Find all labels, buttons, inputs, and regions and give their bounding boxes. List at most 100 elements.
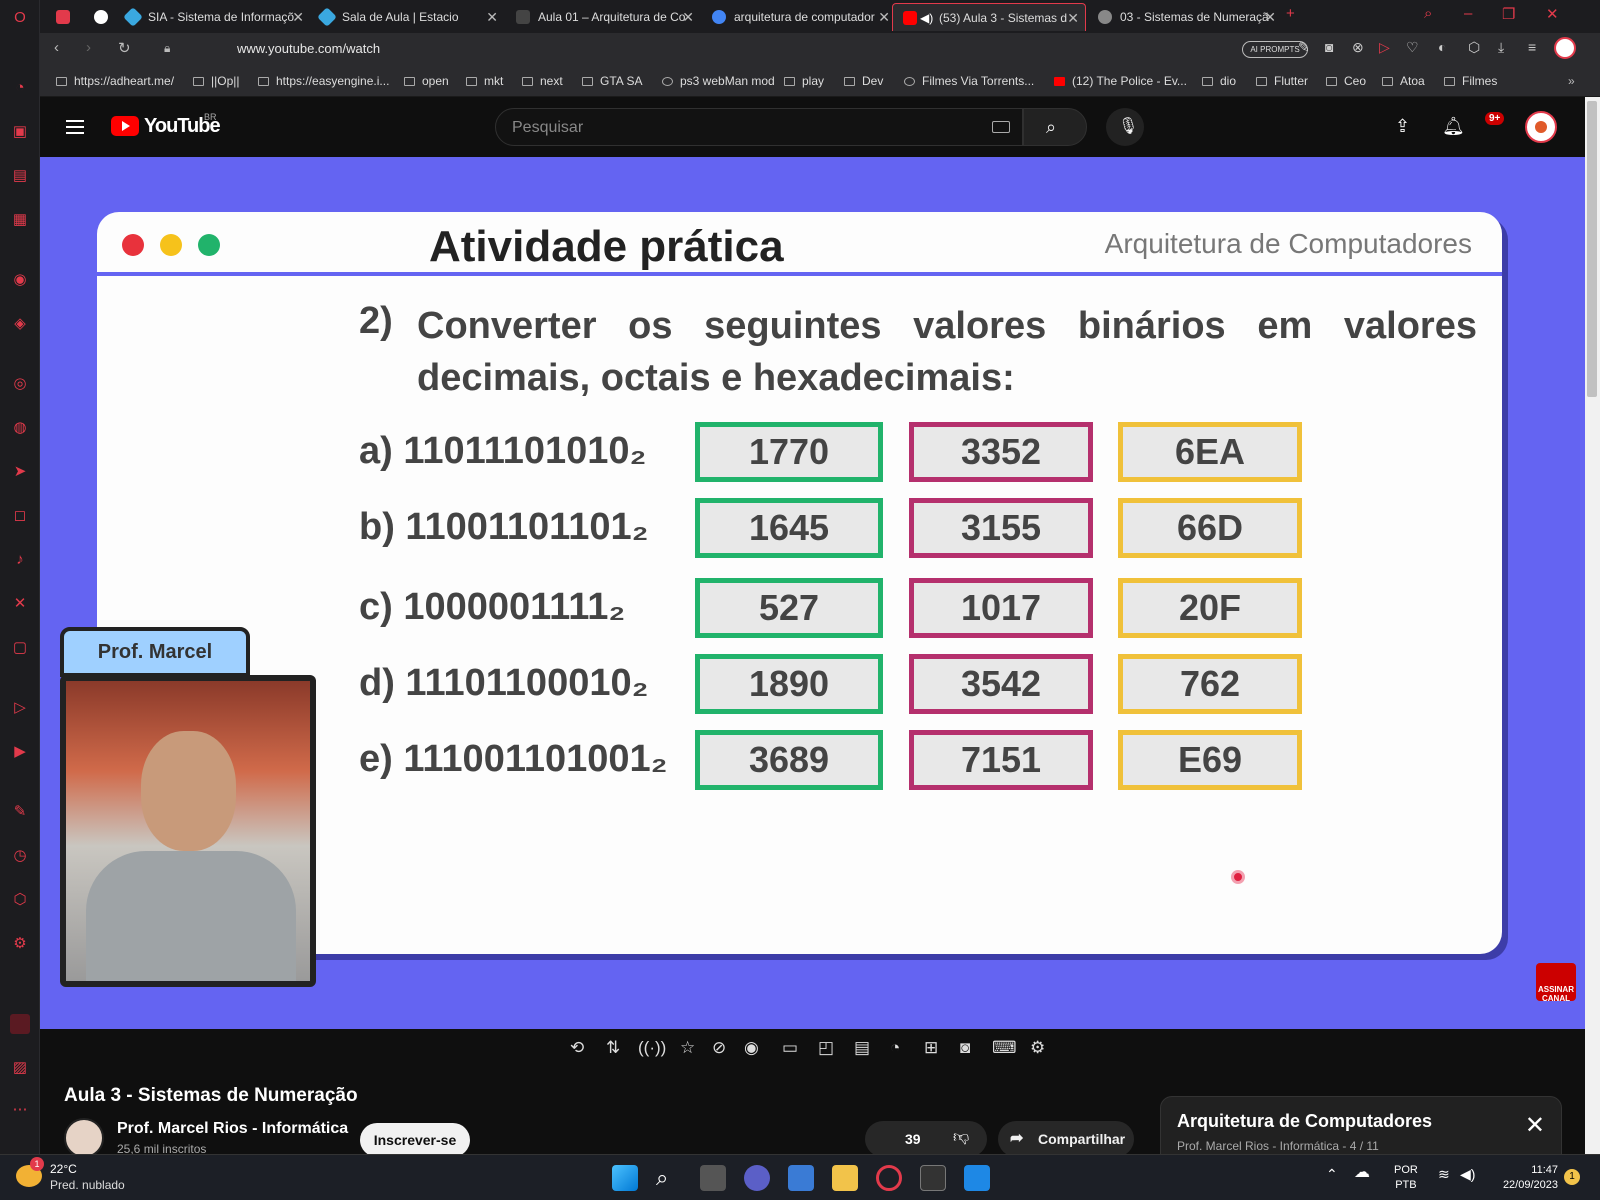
close-tab-icon[interactable]: ✕	[1264, 3, 1276, 31]
account-avatar[interactable]	[1525, 111, 1557, 143]
bookmark-item[interactable]: (12) The Police - Ev...	[1054, 74, 1187, 88]
bookmark-item[interactable]: Atoa	[1382, 74, 1425, 88]
tab-sistemas-numeracao[interactable]: 03 - Sistemas de Numeraçã ✕	[1088, 3, 1282, 31]
messenger-icon[interactable]: ◎	[10, 374, 30, 394]
opera-taskbar-icon[interactable]	[876, 1165, 902, 1191]
instagram-icon[interactable]: ◻	[10, 506, 30, 526]
cs-icon[interactable]: ◈	[10, 314, 30, 334]
whatsapp-icon[interactable]: ◍	[10, 418, 30, 438]
close-tab-icon[interactable]: ✕	[486, 3, 498, 31]
bookmark-item[interactable]: Flutter	[1256, 74, 1308, 88]
add-frame-icon[interactable]: ⊞	[924, 1038, 938, 1058]
page-scrollbar[interactable]	[1585, 97, 1600, 1154]
tray-chevron-icon[interactable]: ⌃	[1326, 1167, 1338, 1182]
loop-icon[interactable]: ⟲	[570, 1038, 584, 1058]
extensions-cube-icon[interactable]: ⬡	[1468, 39, 1480, 56]
bookmark-item[interactable]: ||Op||	[193, 74, 239, 88]
broadcast-icon[interactable]: ((·))	[638, 1038, 666, 1058]
dislike-icon[interactable]: 👎︎	[953, 1128, 969, 1147]
speed-icon[interactable]: ◔	[890, 1038, 900, 1058]
upload-icon[interactable]: ⇪	[1395, 116, 1410, 137]
clock[interactable]: 11:47 22/09/2023	[1496, 1163, 1558, 1193]
like-button[interactable]: 39	[905, 1131, 921, 1147]
close-tab-icon[interactable]: ✕	[878, 3, 890, 31]
gallery-icon[interactable]: ▨	[10, 1058, 30, 1078]
bookmark-item[interactable]: https://easyengine.i...	[258, 74, 389, 88]
language-indicator[interactable]: POR PTB	[1394, 1163, 1418, 1193]
restore-icon[interactable]: ❐	[1502, 5, 1515, 23]
bookmark-item[interactable]: Filmes Via Torrents...	[904, 74, 1034, 88]
search-input[interactable]: Pesquisar	[495, 108, 1023, 146]
camera-icon[interactable]: ◙	[1325, 39, 1333, 55]
store-taskbar-icon[interactable]	[788, 1165, 814, 1191]
bookmark-item[interactable]: Dev	[844, 74, 883, 88]
playlist-title[interactable]: Arquitetura de Computadores	[1177, 1111, 1432, 1132]
workspace-icon[interactable]	[10, 1014, 30, 1034]
gear-icon[interactable]: ⚙	[1030, 1038, 1045, 1058]
bookmark-item[interactable]: mkt	[466, 74, 503, 88]
new-tab-icon[interactable]: +	[1286, 5, 1295, 22]
task-view-icon[interactable]	[700, 1165, 726, 1191]
keyboard-icon[interactable]	[992, 121, 1010, 133]
screenshot-icon[interactable]: ◙	[960, 1038, 970, 1058]
tiktok-icon[interactable]: ♪	[10, 550, 30, 570]
telegram-icon[interactable]: ➤	[10, 462, 30, 482]
tab-sala-aula[interactable]: Sala de Aula | Estacio ✕	[310, 3, 504, 31]
bookmark-item[interactable]: GTA SA	[582, 74, 642, 88]
close-window-icon[interactable]: ✕	[1546, 5, 1559, 23]
bookmark-item[interactable]: ps3 webMan mod	[662, 74, 775, 88]
cloud-icon[interactable]: ☁	[1354, 1165, 1370, 1181]
terminal-icon[interactable]	[920, 1165, 946, 1191]
back-icon[interactable]: ‹	[54, 39, 59, 56]
bookmark-item[interactable]: play	[784, 74, 824, 88]
forward-icon[interactable]: ›	[86, 39, 91, 56]
vpn-icon[interactable]: ◐	[1438, 39, 1446, 55]
history-icon[interactable]: ◷	[10, 846, 30, 866]
more-bookmarks-icon[interactable]: »	[1568, 74, 1575, 88]
bookmark-item[interactable]: Ceo	[1326, 74, 1366, 88]
star-icon[interactable]: ☆	[680, 1038, 695, 1058]
twitch-icon[interactable]: ▤	[10, 166, 30, 186]
cinema-icon[interactable]: ▤	[854, 1038, 870, 1058]
reload-icon[interactable]: ↻	[118, 39, 131, 57]
bookmark-item[interactable]: https://adheart.me/	[56, 74, 174, 88]
profile-icon[interactable]	[1554, 37, 1576, 59]
pinboard-icon[interactable]: ✎	[10, 802, 30, 822]
clapper-icon[interactable]: ▭	[782, 1038, 798, 1058]
no-ads-icon[interactable]: ⊘	[712, 1038, 726, 1058]
video-player[interactable]: Atividade prática Arquitetura de Computa…	[40, 157, 1585, 1029]
close-tab-icon[interactable]: ✕	[682, 3, 694, 31]
search-taskbar-icon[interactable]: ⌕	[656, 1165, 682, 1191]
menu-icon[interactable]: ≡	[1528, 39, 1536, 55]
settings-icon[interactable]: ⚙	[10, 934, 30, 954]
player-icon[interactable]: ▷	[10, 698, 30, 718]
adblock-icon[interactable]: ⊗	[1352, 39, 1364, 56]
file-explorer-icon[interactable]	[832, 1165, 858, 1191]
scrollbar-thumb[interactable]	[1587, 101, 1597, 397]
voice-search-button[interactable]: 🎙︎	[1106, 108, 1144, 146]
extensions-icon[interactable]: ⬡	[10, 890, 30, 910]
tab-aula01[interactable]: Aula 01 – Arquitetura de Co ✕	[506, 3, 700, 31]
close-tab-icon[interactable]: ✕	[1067, 4, 1079, 31]
keyboard-shortcuts-icon[interactable]: ⌨	[992, 1038, 1017, 1058]
tab-search-icon[interactable]: ⌕	[1424, 5, 1432, 22]
opera-logo-icon[interactable]: O	[10, 8, 30, 28]
more-icon[interactable]: ⋯	[10, 1100, 30, 1120]
url-field[interactable]: www.youtube.com/watch	[237, 41, 380, 56]
search-button[interactable]: ⌕	[1023, 108, 1087, 146]
close-tab-icon[interactable]: ✕	[292, 3, 304, 31]
store-icon[interactable]: ▣	[10, 122, 30, 142]
close-playlist-icon[interactable]: ✕	[1525, 1111, 1545, 1140]
games-icon[interactable]: ◉	[10, 270, 30, 290]
tab-sia[interactable]: SIA - Sistema de Informaçõ ✕	[116, 3, 310, 31]
notification-count[interactable]: 1	[1564, 1169, 1580, 1185]
speaker-icon[interactable]: ◀)	[920, 4, 933, 31]
bookmark-item[interactable]: next	[522, 74, 563, 88]
frame-icon[interactable]: ◰	[818, 1038, 834, 1058]
bell-icon[interactable]: 🔔︎	[1442, 116, 1465, 137]
minimize-icon[interactable]: –	[1464, 5, 1472, 22]
subscribe-button[interactable]: Inscrever-se	[360, 1123, 470, 1157]
edit-icon[interactable]: ✎	[1298, 39, 1310, 56]
subscribe-watermark[interactable]: ASSINAR CANAL	[1536, 963, 1576, 1003]
send-flow-icon[interactable]: ▷	[1379, 39, 1390, 56]
